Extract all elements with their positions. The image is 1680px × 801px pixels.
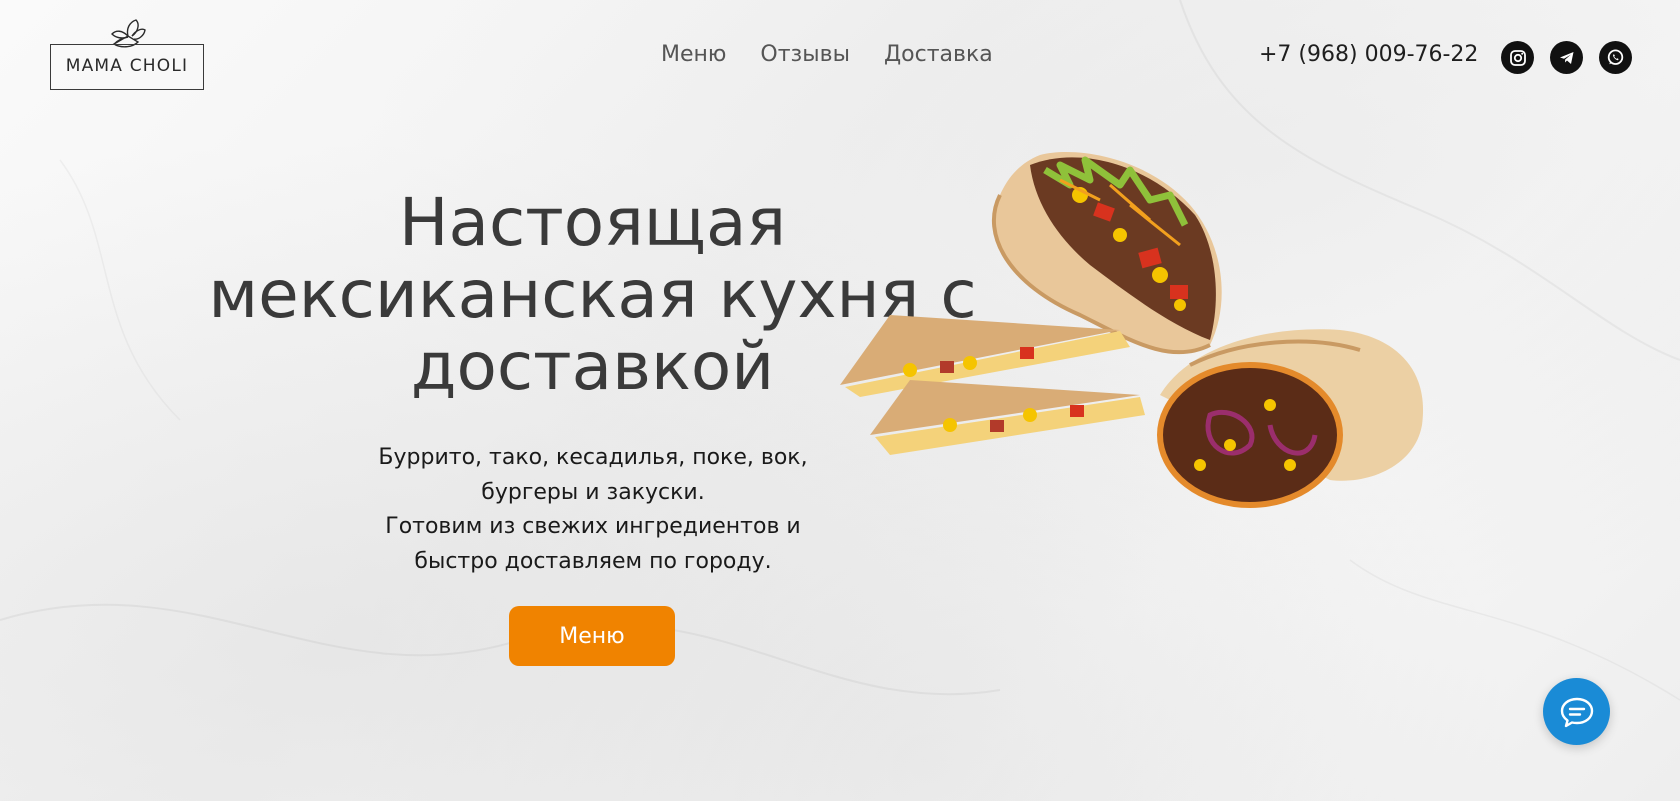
nav-item-reviews[interactable]: Отзывы xyxy=(760,42,850,67)
hero-description-line: быстро доставляем по городу. xyxy=(414,548,772,574)
food-illustration xyxy=(840,152,1424,508)
logo[interactable]: MAMA CHOLI xyxy=(50,18,204,90)
hero-description: Буррито, тако, кесадилья, поке, вок, бур… xyxy=(353,441,833,579)
taco-image xyxy=(991,152,1222,355)
chat-bubble-icon xyxy=(1560,697,1593,727)
telegram-icon[interactable] xyxy=(1550,41,1583,74)
hero-description-line: Буррито, тако, кесадилья, поке, вок, xyxy=(378,445,808,470)
instagram-icon[interactable] xyxy=(1501,41,1534,74)
quesadilla-image xyxy=(840,315,1145,455)
phone-number[interactable]: +7 (968) 009-76-22 xyxy=(1259,42,1478,67)
nav-item-menu[interactable]: Меню xyxy=(661,42,726,67)
hero-description-line: бургеры и закуски. xyxy=(481,479,705,505)
main-nav: Меню Отзывы Доставка xyxy=(661,42,993,67)
whatsapp-icon[interactable] xyxy=(1599,41,1632,74)
nav-item-delivery[interactable]: Доставка xyxy=(884,42,993,67)
menu-cta-button[interactable]: Меню xyxy=(509,606,675,666)
social-links xyxy=(1501,41,1632,74)
logo-text: MAMA CHOLI xyxy=(65,56,189,76)
chat-button[interactable] xyxy=(1543,678,1610,745)
burrito-image xyxy=(1157,329,1424,508)
hero-description-line: Готовим из свежих ингредиентов и xyxy=(385,514,801,539)
site-header: MAMA CHOLI Меню Отзывы Доставка +7 (968)… xyxy=(0,0,1680,120)
